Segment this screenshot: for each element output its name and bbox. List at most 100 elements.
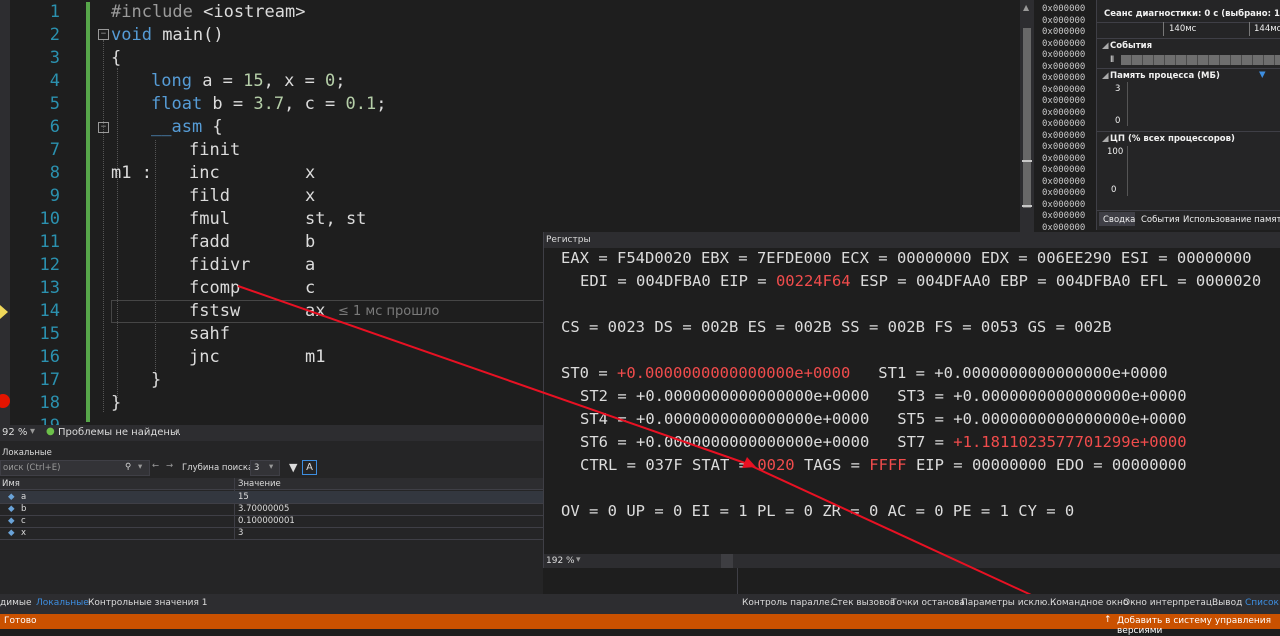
locals-title: Локальные [2, 448, 52, 458]
tab-events[interactable]: События [1141, 215, 1180, 225]
depth-select[interactable]: 3 ▾ [250, 460, 280, 476]
scroll-marker [1022, 160, 1032, 162]
registers-title-bar[interactable]: Регистры [544, 232, 1280, 248]
tab-command-window[interactable]: Командное окно [1050, 598, 1128, 608]
pause-icon[interactable]: Ⅱ [1110, 55, 1114, 65]
asm-label-m1: m1 : [111, 163, 152, 183]
memory-address: 0x000000 [1042, 38, 1086, 49]
back-arrow-icon[interactable]: ← [152, 461, 159, 471]
filter-icon[interactable]: ▼ [289, 461, 297, 474]
collapse-events-icon[interactable]: ◢ [1102, 41, 1109, 51]
status-ready: Готово [4, 616, 37, 626]
asm-op: fadd [189, 232, 230, 252]
divider [1097, 210, 1280, 211]
registers-status-row: 192 % ▾ [544, 554, 1280, 568]
variable-icon: ◆ [8, 492, 15, 502]
diag-session-text: Сеанс диагностики: 0 с (выбрано: 150 мс) [1104, 9, 1280, 19]
code-line-5: float b = 3.7, c = 0.1; [151, 94, 387, 114]
registers-line: OV = 0 UP = 0 EI = 1 PL = 0 ZR = 0 AC = … [561, 502, 1075, 520]
code-line-18: } [111, 393, 122, 413]
scrollbar-thumb[interactable] [1023, 28, 1031, 208]
memory-address: 0x000000 [1042, 84, 1086, 95]
arrow-up-icon[interactable]: ↑ [1104, 615, 1112, 625]
scroll-left-icon[interactable]: ◂ [174, 426, 179, 437]
table-row[interactable]: ◆ x 3 [0, 527, 543, 540]
tab-memory-usage[interactable]: Использование памяти [1183, 215, 1280, 225]
search-input[interactable]: оиск (Ctrl+E) [3, 463, 60, 473]
memory-address: 0x000000 [1042, 176, 1086, 187]
search-dropdown-icon[interactable]: ▾ [138, 462, 142, 472]
tab-watch-1[interactable]: Контрольные значения 1 [88, 598, 207, 608]
case-sensitive-toggle[interactable]: A [302, 460, 317, 475]
line-number: 18 [39, 393, 60, 413]
asm-arg: c [305, 278, 316, 298]
divider [1097, 22, 1280, 23]
tab-summary[interactable]: Сводка [1103, 215, 1135, 225]
changed-register: 00224F64 [775, 272, 851, 290]
cpu-label: ЦП (% всех процессоров) [1110, 134, 1235, 144]
tab-output[interactable]: Вывод [1212, 598, 1242, 608]
local-value[interactable]: 3 [238, 528, 243, 538]
search-icon[interactable]: ⚲ [125, 462, 131, 472]
variable-icon: ◆ [8, 516, 15, 526]
tab-error-list[interactable]: Список ош [1245, 598, 1280, 608]
line-number: 1 [49, 2, 60, 22]
memory-axis-top: 3 [1115, 84, 1121, 94]
local-value[interactable]: 3.70000005 [238, 504, 289, 514]
line-number: 13 [39, 278, 60, 298]
tab-visible[interactable]: димые [0, 598, 32, 608]
memory-address: 0x000000 [1042, 211, 1086, 221]
zoom-dropdown-icon[interactable]: ▾ [576, 555, 581, 565]
line-numbers: 1 2 3 4 5 6 7 8 9 10 11 12 13 14 15 16 1… [10, 0, 68, 436]
scroll-up-icon[interactable]: ▲ [1023, 3, 1029, 12]
memory-label: Память процесса (МБ) [1110, 71, 1220, 81]
line-number: 6 [49, 117, 60, 137]
horizontal-scrollbar[interactable] [721, 554, 733, 568]
local-name: x [21, 528, 27, 538]
add-to-source-control[interactable]: Добавить в систему управления версиями [1117, 616, 1280, 636]
line-number: 9 [49, 186, 60, 206]
zoom-dropdown-icon[interactable]: ▾ [30, 426, 35, 437]
line-number: 10 [39, 209, 60, 229]
collapse-cpu-icon[interactable]: ◢ [1102, 134, 1109, 144]
memory-address: 0x000000 [1042, 130, 1086, 141]
tab-call-stack[interactable]: Стек вызовов [831, 598, 895, 608]
issues-text[interactable]: Проблемы не найдены. [58, 427, 181, 438]
tab-immediate-window[interactable]: Окно интерпретац... [1123, 598, 1221, 608]
col-value[interactable]: Значение [238, 479, 281, 489]
memory-address: 0x000000 [1042, 222, 1086, 231]
changed-register: 0020 [757, 456, 795, 474]
collapse-memory-icon[interactable]: ◢ [1102, 71, 1109, 81]
panel-background [737, 568, 1280, 594]
local-value[interactable]: 15 [238, 492, 249, 502]
registers-line: EDI = 004DFBA0 EIP = 00224F64 ESP = 004D… [580, 272, 1262, 290]
line-number: 5 [49, 94, 60, 114]
registers-zoom[interactable]: 192 % [546, 556, 575, 566]
col-name[interactable]: Имя [2, 479, 20, 489]
search-box[interactable]: оиск (Ctrl+E) ⚲ ▾ [0, 460, 150, 476]
tab-exception-settings[interactable]: Параметры исклю... [961, 598, 1056, 608]
memory-address: 0x000000 [1042, 188, 1086, 198]
divider [1097, 38, 1280, 39]
memory-address: 0x000000 [1042, 73, 1086, 83]
memory-window[interactable]: 0x000000 0x000000 0x000000 0x000000 0x00… [1034, 0, 1096, 230]
registers-window[interactable]: Регистры EAX = F54D0020 EBX = 7EFDE000 E… [543, 232, 1280, 568]
breakpoint-gutter[interactable] [0, 0, 10, 425]
asm-op: sahf [189, 324, 230, 344]
elapsed-time-hint: ≤ 1 мс прошло [338, 304, 440, 319]
asm-arg: b [305, 232, 316, 252]
memory-address: 0x000000 [1042, 199, 1086, 210]
local-value[interactable]: 0.100000001 [238, 516, 295, 526]
tab-parallel-watch[interactable]: Контроль паралле... [742, 598, 838, 608]
tab-locals[interactable]: Локальные [36, 598, 89, 608]
timeline-tick: 144мс [1254, 24, 1280, 34]
memory-address: 0x000000 [1042, 107, 1086, 118]
chevron-down-icon: ▾ [269, 462, 274, 472]
code-line-6: __asm { [151, 117, 223, 137]
zoom-level[interactable]: 92 % [2, 427, 27, 438]
tick-mark [1249, 22, 1250, 36]
forward-arrow-icon[interactable]: → [166, 461, 173, 471]
events-track[interactable] [1121, 55, 1280, 65]
tab-breakpoints[interactable]: Точки останова [891, 598, 965, 608]
variable-icon: ◆ [8, 504, 15, 514]
